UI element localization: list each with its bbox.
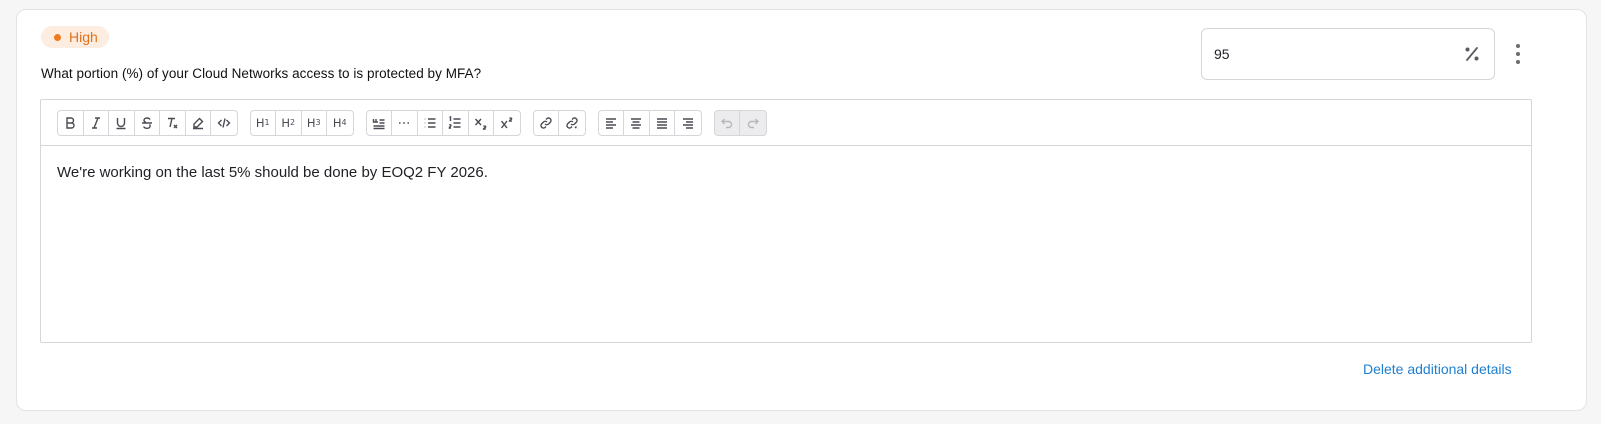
align-justify-button[interactable] xyxy=(650,110,675,135)
ordered-list-button[interactable] xyxy=(443,110,469,135)
clear-format-button[interactable] xyxy=(160,110,186,135)
bold-icon xyxy=(66,116,75,129)
percentage-input[interactable] xyxy=(1214,46,1414,62)
italic-button[interactable] xyxy=(84,110,109,135)
align-left-icon xyxy=(605,117,616,129)
subscript-button[interactable] xyxy=(469,110,494,135)
superscript-icon xyxy=(500,116,513,128)
block-group xyxy=(365,109,521,136)
bullet-list-button[interactable] xyxy=(418,110,443,135)
align-group xyxy=(597,109,702,136)
link-button[interactable] xyxy=(534,110,559,135)
horizontal-rule-button[interactable] xyxy=(392,110,418,135)
ordered-list-icon xyxy=(448,115,461,129)
priority-label: High xyxy=(69,29,98,45)
question-text: What portion (%) of your Cloud Networks … xyxy=(41,66,482,81)
align-center-icon xyxy=(631,117,642,129)
heading-group: H1 H2 H3 H4 xyxy=(249,109,354,136)
align-left-button[interactable] xyxy=(599,110,624,135)
editor-content[interactable]: We're working on the last 5% should be d… xyxy=(41,146,1531,199)
priority-dot-icon xyxy=(54,33,61,41)
undo-button[interactable] xyxy=(715,110,740,135)
heading-4-button[interactable]: H4 xyxy=(327,111,353,135)
unlink-icon xyxy=(566,116,578,129)
underline-icon xyxy=(116,117,126,129)
horizontal-rule-icon xyxy=(399,121,410,124)
underline-button[interactable] xyxy=(109,110,135,135)
blockquote-button[interactable] xyxy=(367,110,392,135)
redo-icon xyxy=(747,118,759,128)
question-card: High What portion (%) of your Cloud Netw… xyxy=(16,9,1587,411)
align-right-icon xyxy=(682,117,693,129)
highlight-icon xyxy=(192,117,204,129)
italic-icon xyxy=(91,116,100,129)
redo-button[interactable] xyxy=(740,111,766,135)
strikethrough-button[interactable] xyxy=(135,110,160,135)
undo-icon xyxy=(720,118,732,128)
bold-button[interactable] xyxy=(58,110,84,135)
history-group xyxy=(713,109,767,136)
more-options-button[interactable] xyxy=(1510,42,1526,66)
percent-icon xyxy=(1462,44,1482,64)
more-vertical-icon xyxy=(1516,44,1520,48)
heading-1-button[interactable]: H1 xyxy=(251,110,276,135)
code-button[interactable] xyxy=(211,111,237,135)
rich-text-editor: H1 H2 H3 H4 We're working on the last 5%… xyxy=(40,99,1532,343)
subscript-icon xyxy=(474,118,487,130)
priority-badge: High xyxy=(41,26,109,48)
heading-2-button[interactable]: H2 xyxy=(276,110,302,135)
align-center-button[interactable] xyxy=(624,110,650,135)
bullet-list-icon xyxy=(424,117,436,128)
unlink-button[interactable] xyxy=(559,111,585,135)
format-group xyxy=(57,109,238,136)
superscript-button[interactable] xyxy=(494,111,520,135)
blockquote-icon xyxy=(372,118,385,129)
code-icon xyxy=(217,117,231,128)
percentage-field[interactable] xyxy=(1201,28,1495,80)
clear-format-icon xyxy=(168,117,178,128)
editor-toolbar: H1 H2 H3 H4 xyxy=(41,100,1531,146)
align-right-button[interactable] xyxy=(675,111,701,135)
link-group xyxy=(532,109,586,136)
link-icon xyxy=(540,116,552,129)
delete-additional-details-link[interactable]: Delete additional details xyxy=(1363,361,1512,377)
align-justify-icon xyxy=(656,117,667,129)
highlight-button[interactable] xyxy=(186,110,211,135)
strikethrough-icon xyxy=(141,116,152,129)
heading-3-button[interactable]: H3 xyxy=(302,110,327,135)
